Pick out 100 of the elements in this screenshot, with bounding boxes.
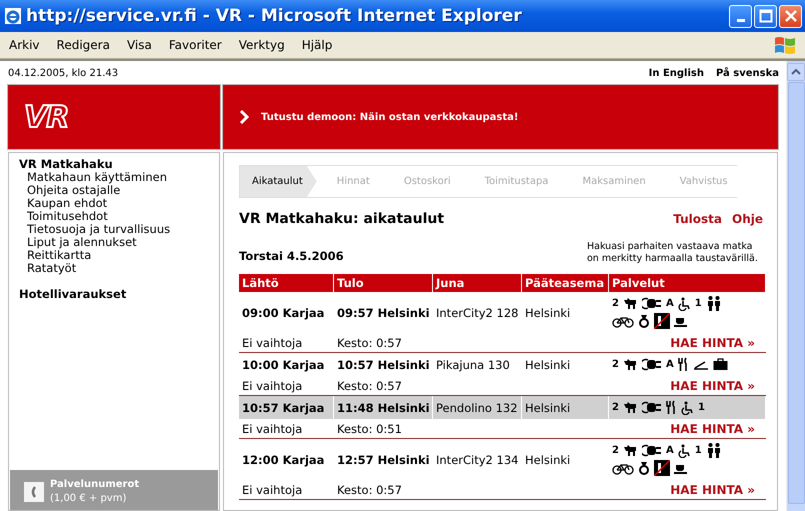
sidebar-item[interactable]: Kaupan ehdot <box>19 197 209 210</box>
cup-icon <box>674 315 688 327</box>
page-heading: VR Matkahaku: aikataulut <box>239 211 444 227</box>
sidebar-heading-link[interactable]: Hotellivaraukset <box>19 287 209 301</box>
column-header: Tulo <box>334 274 433 292</box>
sidebar-item[interactable]: Matkahaun käyttäminen <box>19 171 209 184</box>
table-cell: 12:57 Helsinki <box>334 439 433 480</box>
service-label: 1 <box>694 445 702 456</box>
date-time: 04.12.2005, klo 21.43 <box>8 68 118 78</box>
service-label: 1 <box>694 298 702 309</box>
column-header: Pääteasema <box>522 274 609 292</box>
menu-item[interactable]: Favoriter <box>168 38 222 52</box>
plug-icon <box>642 444 662 457</box>
transfers-text: Ei vaihtoja <box>242 336 304 350</box>
window-title: http://service.vr.fi - VR - Microsoft Internet Explorer <box>26 6 523 26</box>
sleeper-icon <box>692 358 709 370</box>
service-label: 2 <box>612 298 619 309</box>
column-header: Lähtö <box>239 274 334 292</box>
bicycle-icon <box>612 314 634 328</box>
family-icon <box>706 296 722 311</box>
plug-icon <box>642 358 662 371</box>
duration-text: Kesto: 0:51 <box>337 422 403 436</box>
medal-icon <box>638 461 650 475</box>
wheelchair-icon <box>678 296 691 310</box>
action-link[interactable]: Ohje <box>732 212 763 226</box>
sidebar-item[interactable]: Toimitusehdot <box>19 210 209 223</box>
sidebar-heading-link[interactable]: VR Matkahaku <box>19 157 209 171</box>
cutlery-icon <box>666 400 677 415</box>
family-icon <box>706 443 722 458</box>
table-cell: InterCity2 128 <box>433 292 522 333</box>
table-cell: Helsinki <box>522 439 609 480</box>
table-cell: 11:48 Helsinki <box>334 396 433 419</box>
action-link[interactable]: Tulosta <box>673 212 722 226</box>
duration-text: Kesto: 0:57 <box>337 336 403 350</box>
scroll-thumb[interactable] <box>788 82 804 504</box>
dog-icon <box>622 401 638 414</box>
sidebar-item[interactable]: Liput ja alennukset <box>19 236 209 249</box>
service-label: 1 <box>698 402 705 413</box>
column-header: Palvelut <box>609 274 766 292</box>
service-label: A <box>666 298 674 309</box>
table-cell: 10:57 Helsinki <box>334 353 433 376</box>
scrollbar[interactable] <box>786 61 805 511</box>
service-numbers-price: (1,00 € + pvm) <box>50 492 128 506</box>
service-label: 2 <box>612 445 619 456</box>
service-label: A <box>666 359 674 370</box>
sidebar-item[interactable]: Reittikartta <box>19 249 209 262</box>
service-label: 2 <box>612 402 619 413</box>
note-text: Hakuasi parhaiten vastaava matka on merkitty harmaalla taustavärillä. <box>587 241 759 265</box>
scroll-up-button[interactable] <box>787 63 805 81</box>
wheelchair-icon <box>680 400 694 414</box>
menu-item[interactable]: Visa <box>126 38 152 52</box>
table-cell: Helsinki <box>522 353 609 376</box>
service-label: 2 <box>612 359 619 370</box>
table-cell: Helsinki <box>522 396 609 419</box>
table-cell: 09:57 Helsinki <box>334 292 433 333</box>
dog-icon <box>622 444 638 457</box>
transfers-text: Ei vaihtoja <box>242 482 304 496</box>
table-cell: Pikajuna 130 <box>433 353 522 376</box>
windows-logo-icon <box>773 34 797 56</box>
sidebar-item[interactable]: Tietosuoja ja turvallisuus <box>19 223 209 236</box>
cutlery-icon <box>678 357 689 372</box>
maximize-button[interactable] <box>754 4 777 28</box>
browser-icon <box>4 7 22 25</box>
dog-icon <box>622 358 638 371</box>
step-tab[interactable]: Aikataulut <box>240 166 317 197</box>
bicycle-icon <box>612 462 634 474</box>
get-price-link[interactable]: HAE HINTA » <box>670 422 755 436</box>
sidebar-item[interactable]: Ratatyöt <box>19 262 209 275</box>
plug-icon <box>642 401 662 414</box>
wheelchair-icon <box>678 444 691 458</box>
no-smoking-icon <box>654 313 670 329</box>
menu-item[interactable]: Arkiv <box>9 38 40 52</box>
minimize-button[interactable] <box>729 4 752 28</box>
table-cell: 10:00 Karjaa <box>239 353 334 376</box>
service-numbers-title: Palvelunumerot <box>50 478 140 492</box>
dog-icon <box>622 297 638 310</box>
duration-text: Kesto: 0:57 <box>337 482 403 496</box>
column-header: Juna <box>433 274 522 292</box>
maximize-icon <box>758 9 772 23</box>
get-price-link[interactable]: HAE HINTA » <box>670 482 755 496</box>
table-cell: Pendolino 132 <box>433 396 522 419</box>
get-price-link[interactable]: HAE HINTA » <box>670 336 755 350</box>
demo-link[interactable]: Tutustu demoon: Näin ostan verkkokaupasta! <box>261 112 518 122</box>
logo: VR <box>24 100 68 134</box>
language-link[interactable]: På svenska <box>716 68 779 78</box>
menu-item[interactable]: Redigera <box>56 38 110 52</box>
menu-item[interactable]: Hjälp <box>302 38 332 52</box>
close-button[interactable] <box>779 4 802 28</box>
no-smoking-icon <box>654 460 670 476</box>
sidebar-item[interactable]: Ohjeita ostajalle <box>19 184 209 197</box>
table-cell: 09:00 Karjaa <box>239 292 334 333</box>
table-cell: 12:00 Karjaa <box>239 439 334 480</box>
cup-icon <box>674 462 688 474</box>
briefcase-icon <box>712 358 728 371</box>
menu-item[interactable]: Verktyg <box>238 38 285 52</box>
plug-icon <box>642 297 662 310</box>
get-price-link[interactable]: HAE HINTA » <box>670 378 755 392</box>
duration-text: Kesto: 0:57 <box>337 378 403 392</box>
language-link[interactable]: In English <box>648 68 704 78</box>
table-cell: Helsinki <box>522 292 609 333</box>
